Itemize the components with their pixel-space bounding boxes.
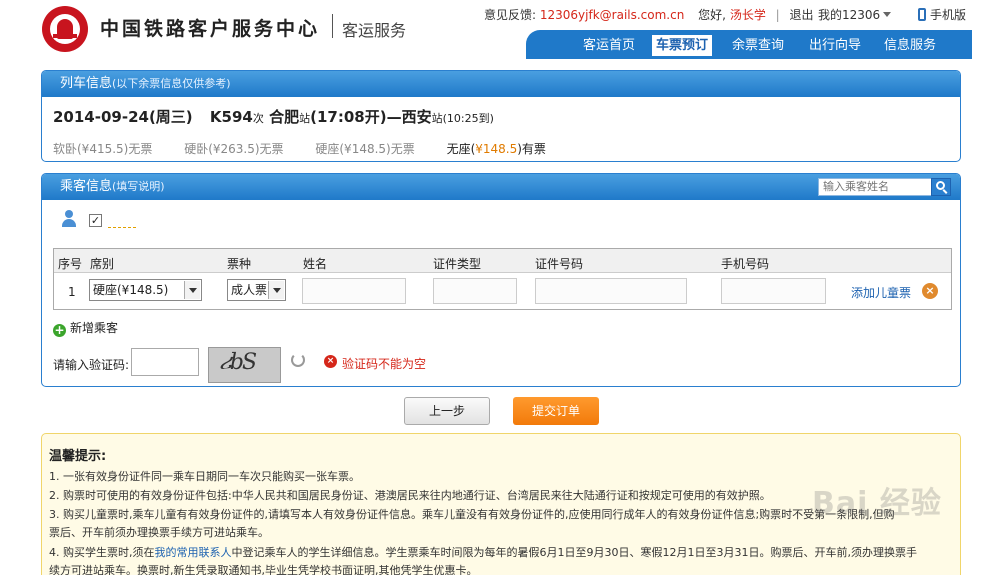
tip-line: 4. 购买学生票时,须在我的常用联系人中登记乘车人的学生详细信息。学生票乘车时间… — [49, 546, 917, 559]
seat-hard-seat: 硬座(¥148.5)无票 — [315, 142, 415, 156]
brand-divider — [332, 14, 333, 38]
captcha-label: 请输入验证码: — [53, 358, 130, 372]
nav-info-service[interactable]: 信息服务 — [880, 35, 940, 56]
greeting: 您好, — [698, 8, 726, 22]
passenger-table: 序号 席别 票种 姓名 证件类型 证件号码 手机号码 1 硬座(¥148.5) … — [53, 248, 952, 310]
row-index: 1 — [68, 285, 76, 299]
railway-logo-icon — [42, 6, 88, 52]
phone-icon — [918, 8, 926, 21]
ticket-type-select[interactable]: 成人票 — [227, 279, 286, 301]
passenger-panel: 乘客信息(填写说明) ✓ 序号 席别 票种 姓名 证件类型 证件号码 手机号码 … — [41, 173, 961, 387]
train-number: K594 — [209, 108, 253, 126]
table-header: 序号 席别 票种 姓名 证件类型 证件号码 手机号码 — [54, 249, 951, 273]
refresh-icon[interactable] — [291, 353, 305, 367]
passenger-checkbox[interactable]: ✓ — [89, 214, 102, 227]
feedback: 意见反馈: 12306yjfk@rails.com.cn 您好, 汤长学 | 退… — [484, 8, 814, 22]
travel-date: 2014-09-24(周三) — [53, 108, 193, 126]
mobile-link[interactable]: 手机版 — [918, 6, 966, 23]
brand-title: 中国铁路客户服务中心 — [100, 18, 321, 40]
train-info-panel: 列车信息(以下余票信息仅供参考) 2014-09-24(周三) K594次 合肥… — [41, 70, 961, 162]
fill-instructions-link[interactable]: (填写说明) — [112, 180, 165, 193]
tip-line: 续方可进站乘车。换票时,新生凭录取通知书,毕业生凭学校书面证明,其他凭学生优惠卡… — [49, 564, 478, 575]
add-child-ticket-link[interactable]: 添加儿童票 — [851, 284, 911, 301]
feedback-label: 意见反馈: — [484, 8, 537, 22]
previous-step-button[interactable]: 上一步 — [404, 397, 490, 425]
captcha-image[interactable]: ሪbS — [208, 347, 281, 383]
tip-line: 3. 购买儿童票时,乘车儿童有有效身份证件的,请填写本人有效身份证件信息。乘车儿… — [49, 508, 895, 521]
id-number-input[interactable] — [535, 278, 687, 304]
from-station: 合肥 — [269, 108, 300, 126]
submit-order-button[interactable]: 提交订单 — [513, 397, 599, 425]
main-nav: 客运首页 车票预订 余票查询 出行向导 信息服务 — [526, 30, 972, 59]
user-icon — [61, 210, 77, 228]
id-type-select[interactable] — [433, 278, 517, 304]
feedback-email-link[interactable]: 12306yjfk@rails.com.cn — [540, 8, 684, 22]
seat-no-seat: 无座(¥148.5)有票 — [446, 142, 546, 156]
delete-icon[interactable]: × — [922, 283, 938, 299]
chevron-down-icon — [883, 12, 892, 17]
captcha-input[interactable] — [131, 348, 199, 376]
tip-line: 1. 一张有效身份证件同一乘车日期同一车次只能购买一张车票。 — [49, 470, 360, 483]
table-row: 1 硬座(¥148.5) 成人票 添加儿童票 × — [54, 273, 951, 309]
seat-soft-sleeper: 软卧(¥415.5)无票 — [53, 142, 153, 156]
seat-availability: 软卧(¥415.5)无票 硬卧(¥263.5)无票 硬座(¥148.5)无票 无… — [53, 140, 574, 157]
search-icon[interactable] — [931, 178, 951, 196]
phone-number-input[interactable] — [721, 278, 826, 304]
chevron-down-icon — [184, 281, 200, 299]
captcha-error-message: 验证码不能为空 — [342, 357, 427, 371]
train-summary: 2014-09-24(周三) K594次 合肥站(17:08开)—西安站(10:… — [53, 108, 494, 126]
watermark: Bai 经验 — [812, 486, 942, 521]
arrive-time: (10:25到) — [442, 112, 494, 125]
username-link[interactable]: 汤长学 — [730, 8, 766, 22]
nav-booking[interactable]: 车票预订 — [652, 35, 713, 56]
nav-remaining-tickets[interactable]: 余票查询 — [728, 35, 788, 56]
name-input[interactable] — [302, 278, 406, 304]
tip-line: 票后、开车前须办理换票手续方可进站乘车。 — [49, 526, 269, 539]
plus-icon: + — [53, 323, 66, 337]
train-info-header: 列车信息(以下余票信息仅供参考) — [42, 71, 960, 97]
brand-subtitle: 客运服务 — [342, 21, 407, 40]
seat-type-select[interactable]: 硬座(¥148.5) — [89, 279, 202, 301]
add-passenger-button[interactable]: + 新增乘客 — [53, 319, 118, 337]
chevron-down-icon — [268, 281, 284, 299]
depart-time: (17:08开) — [310, 108, 387, 126]
logout-link[interactable]: 退出 — [790, 8, 814, 22]
nav-travel-guide[interactable]: 出行向导 — [805, 35, 865, 56]
tips-title: 温馨提示: — [49, 449, 107, 464]
header: 中国铁路客户服务中心 客运服务 意见反馈: 12306yjfk@rails.co… — [0, 0, 1000, 60]
seat-hard-sleeper: 硬卧(¥263.5)无票 — [184, 142, 284, 156]
nav-home[interactable]: 客运首页 — [579, 35, 639, 56]
frequent-contacts-link[interactable]: 我的常用联系人 — [155, 546, 232, 559]
error-icon: × — [324, 355, 337, 368]
passenger-name-label[interactable] — [108, 212, 136, 228]
my12306-menu[interactable]: 我的12306 — [818, 6, 892, 23]
to-station: 西安 — [401, 108, 432, 126]
tip-line: 2. 购票时可使用的有效身份证件包括:中华人民共和国居民身份证、港澳居民来往内地… — [49, 489, 771, 502]
